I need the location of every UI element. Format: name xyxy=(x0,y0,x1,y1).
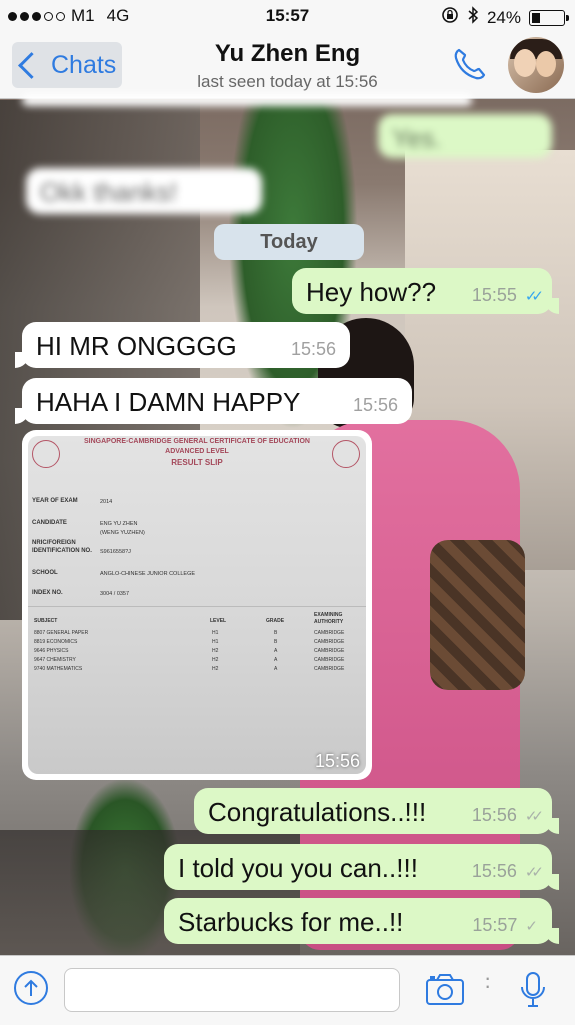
slip-field-label: INDEX NO. xyxy=(32,590,63,596)
message-text: Hey how?? xyxy=(306,277,437,307)
slip-subject: 9740 MATHEMATICS xyxy=(34,666,83,672)
microphone-button[interactable] xyxy=(518,970,548,1010)
image-message[interactable]: SINGAPORE-CAMBRIDGE GENERAL CERTIFICATE … xyxy=(22,430,372,780)
message-timestamp: 15:56 xyxy=(352,395,398,415)
message-input-bar: · · xyxy=(0,955,575,1025)
microphone-icon xyxy=(521,972,545,1007)
status-bar: M1 4G 15:57 24% xyxy=(0,0,575,32)
image-timestamp: 15:56 xyxy=(314,751,360,771)
back-button[interactable]: Chats xyxy=(12,42,122,88)
slip-grade: A xyxy=(274,648,278,654)
delivered-receipt-icon: ✓✓ xyxy=(524,807,544,825)
sent-receipt-icon: ✓ xyxy=(525,917,538,935)
result-slip-photo: SINGAPORE-CAMBRIDGE GENERAL CERTIFICATE … xyxy=(28,436,366,774)
slip-grade: B xyxy=(274,630,278,636)
message-text: Congratulations..!!! xyxy=(208,797,427,827)
lock-rotation-icon xyxy=(441,6,459,29)
slip-column-header: EXAMINING AUTHORITY xyxy=(314,612,344,625)
message-text: HI MR ONGGGG xyxy=(36,331,237,361)
message-bubble-incoming[interactable]: HAHA I DAMN HAPPY 15:56 xyxy=(15,378,412,424)
message-timestamp: 15:57 ✓ xyxy=(472,915,538,935)
bluetooth-icon xyxy=(467,6,479,29)
message-bubble-outgoing[interactable]: Congratulations..!!! 15:56 ✓✓ xyxy=(194,788,559,834)
blurred-message-text: Okk thanks! xyxy=(40,177,178,207)
slip-header: SINGAPORE-CAMBRIDGE GENERAL CERTIFICATE … xyxy=(84,438,310,445)
slip-field-label: NRIC/FOREIGN xyxy=(32,540,76,546)
blurred-outgoing-message: Yes. xyxy=(378,114,552,158)
chat-header: Chats Yu Zhen Eng last seen today at 15:… xyxy=(0,32,575,99)
slip-subject: 8819 ECONOMICS xyxy=(34,639,78,645)
contact-avatar[interactable] xyxy=(508,37,564,93)
message-input[interactable] xyxy=(64,968,400,1012)
slip-field-value: (WENG YUZHEN) xyxy=(100,530,145,536)
battery-icon xyxy=(529,9,569,26)
slip-title: RESULT SLIP xyxy=(171,458,223,467)
delivered-receipt-icon: ✓✓ xyxy=(524,863,544,881)
contact-name[interactable]: Yu Zhen Eng xyxy=(150,40,425,68)
message-timestamp: 15:56 xyxy=(290,339,336,359)
slip-column-header: SUBJECT xyxy=(34,618,58,624)
back-button-label: Chats xyxy=(51,50,117,79)
slip-authority: CAMBRIDGE xyxy=(314,648,345,654)
phone-icon xyxy=(454,48,486,80)
slip-field-value: 2014 xyxy=(100,499,113,505)
camera-button[interactable] xyxy=(425,972,465,1006)
more-icon[interactable]: · · xyxy=(484,967,491,997)
slip-authority: CAMBRIDGE xyxy=(314,666,345,672)
slip-column-header: LEVEL xyxy=(210,618,227,624)
message-timestamp: 15:56 ✓✓ xyxy=(471,861,544,881)
camera-icon xyxy=(426,974,464,1005)
message-bubble-incoming[interactable]: HI MR ONGGGG 15:56 xyxy=(15,322,350,368)
message-text: I told you you can..!!! xyxy=(178,853,418,883)
slip-level: H1 xyxy=(212,639,219,645)
upload-icon xyxy=(24,979,38,996)
slip-grade: B xyxy=(274,639,278,645)
chevron-left-icon xyxy=(18,51,45,79)
slip-level: H2 xyxy=(212,657,219,663)
slip-field-label: IDENTIFICATION NO. xyxy=(32,548,92,554)
day-divider: Today xyxy=(214,224,364,260)
message-bubble-outgoing[interactable]: Starbucks for me..!! 15:57 ✓ xyxy=(164,898,559,944)
slip-level: H2 xyxy=(212,648,219,654)
slip-field-value: ANGLO-CHINESE JUNIOR COLLEGE xyxy=(100,571,196,577)
read-receipt-icon: ✓✓ xyxy=(524,287,544,305)
slip-field-label: CANDIDATE xyxy=(32,520,67,526)
message-text: Starbucks for me..!! xyxy=(178,907,404,937)
slip-subject: 8807 GENERAL PAPER xyxy=(34,630,89,636)
slip-subject: 9647 CHEMISTRY xyxy=(34,657,76,663)
slip-level: H2 xyxy=(212,666,219,672)
slip-field-label: YEAR OF EXAM xyxy=(32,498,78,504)
slip-grade: A xyxy=(274,657,278,663)
slip-field-value: 3004 / 0357 xyxy=(100,591,130,597)
last-seen-status: last seen today at 15:56 xyxy=(197,72,378,91)
message-bubble-outgoing[interactable]: I told you you can..!!! 15:56 ✓✓ xyxy=(164,844,559,890)
slip-field-value: ENG YU ZHEN xyxy=(100,521,138,527)
slip-level: H1 xyxy=(212,630,219,636)
slip-authority: CAMBRIDGE xyxy=(314,639,345,645)
slip-subject: 9646 PHYSICS xyxy=(34,648,69,654)
slip-grade: A xyxy=(274,666,278,672)
blurred-incoming-message: Okk thanks! xyxy=(26,168,262,214)
message-timestamp: 15:55 ✓✓ xyxy=(471,285,544,305)
slip-authority: CAMBRIDGE xyxy=(314,630,345,636)
battery-percent: 24% xyxy=(486,7,521,27)
blurred-message-partial xyxy=(22,94,472,106)
attach-button[interactable] xyxy=(14,971,48,1005)
slip-field-value: S9616558?J xyxy=(100,549,131,555)
slip-subheader: ADVANCED LEVEL xyxy=(165,448,229,455)
slip-field-label: SCHOOL xyxy=(32,570,58,576)
blurred-message-text: Yes. xyxy=(392,123,442,153)
message-text: HAHA I DAMN HAPPY xyxy=(36,387,301,417)
slip-column-header: GRADE xyxy=(266,618,285,624)
message-bubble-outgoing[interactable]: Hey how?? 15:55 ✓✓ xyxy=(292,268,559,314)
phone-call-button[interactable] xyxy=(450,44,490,84)
slip-authority: CAMBRIDGE xyxy=(314,657,345,663)
message-timestamp: 15:56 ✓✓ xyxy=(471,805,544,825)
